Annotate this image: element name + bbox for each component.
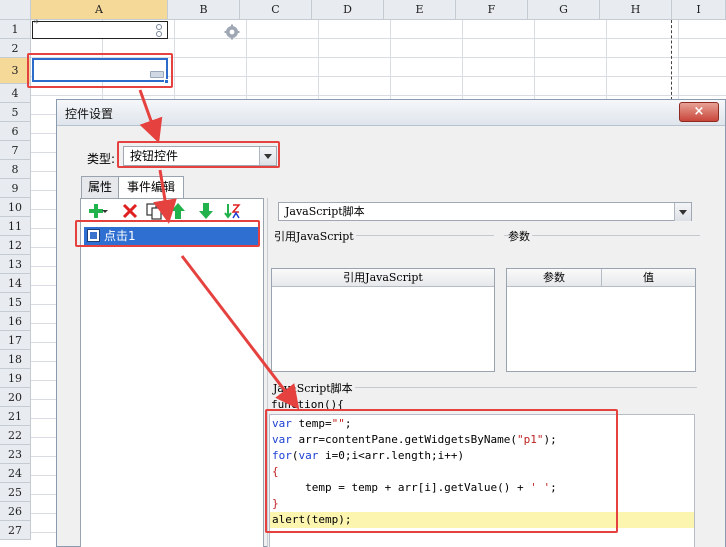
row-header-20[interactable]: 20 [0, 388, 31, 407]
tab-properties[interactable]: 属性 [81, 176, 119, 198]
code-line-2: var arr=contentPane.getWidgetsByName("p1… [272, 433, 557, 446]
chevron-down-icon[interactable] [674, 203, 691, 221]
ref-js-label: 引用JavaScript [274, 228, 356, 244]
row-header-5[interactable]: 5 [0, 103, 31, 122]
script-type-select[interactable]: JavaScript脚本 [278, 202, 692, 221]
cell-marker: * [34, 19, 39, 29]
code-line-6: } [272, 497, 279, 510]
row-header-24[interactable]: 24 [0, 464, 31, 483]
params-table[interactable]: 参数 值 [506, 268, 696, 372]
gear-icon[interactable] [224, 24, 240, 40]
row-header-16[interactable]: 16 [0, 312, 31, 331]
code-line-3: for(var i=0;i<arr.length;i++) [272, 449, 465, 462]
script-type-value: JavaScript脚本 [285, 205, 365, 218]
close-button[interactable]: × [679, 102, 719, 122]
event-item-click1[interactable]: 点击1 [84, 227, 260, 245]
row-header-6[interactable]: 6 [0, 122, 31, 141]
row-header-14[interactable]: 14 [0, 274, 31, 293]
chevron-down-icon[interactable] [259, 147, 276, 165]
column-header-i[interactable]: I [672, 0, 726, 20]
row-header-27[interactable]: 27 [0, 521, 31, 540]
column-header-a[interactable]: A [31, 0, 168, 20]
column-header-c[interactable]: C [240, 0, 312, 20]
row-header-9[interactable]: 9 [0, 179, 31, 198]
row-header-17[interactable]: 17 [0, 331, 31, 350]
code-line-1: var temp=""; [272, 417, 352, 430]
row-header-26[interactable]: 26 [0, 502, 31, 521]
row-header-4[interactable]: 4 [0, 84, 31, 103]
row-header-2[interactable]: 2 [0, 39, 31, 58]
column-header-h[interactable]: H [600, 0, 672, 20]
column-header-d[interactable]: D [312, 0, 384, 20]
event-toolbar [81, 199, 263, 223]
code-editor[interactable]: var temp=""; var arr=contentPane.getWidg… [269, 414, 695, 547]
row-header-21[interactable]: 21 [0, 407, 31, 426]
sort-icon[interactable] [223, 202, 241, 220]
widget-settings-dialog: 控件设置 × 类型: 按钮控件 属性 事件编辑 点击1 JavaScript脚本… [56, 99, 726, 547]
params-group-line [504, 235, 700, 236]
column-header-f[interactable]: F [456, 0, 528, 20]
code-line-7: alert(temp); [270, 512, 694, 528]
type-select[interactable]: 按钮控件 [123, 146, 277, 166]
row-header-19[interactable]: 19 [0, 369, 31, 388]
row-header-18[interactable]: 18 [0, 350, 31, 369]
row-header-3[interactable]: 3 [0, 58, 31, 84]
ref-js-table-header[interactable]: 引用JavaScript [272, 269, 494, 287]
type-label: 类型: [87, 152, 116, 166]
row-header-22[interactable]: 22 [0, 426, 31, 445]
row-header-7[interactable]: 7 [0, 141, 31, 160]
event-list-panel: 点击1 [80, 198, 264, 547]
page-break-line [671, 20, 672, 100]
ref-js-table[interactable]: 引用JavaScript [271, 268, 495, 372]
cell-a3-button-widget[interactable] [32, 58, 168, 82]
row-header-13[interactable]: 13 [0, 255, 31, 274]
script-section-label: JavaScript脚本 [273, 380, 355, 396]
column-header-g[interactable]: G [528, 0, 600, 20]
params-label: 参数 [508, 228, 532, 244]
row-header-12[interactable]: 12 [0, 236, 31, 255]
move-down-icon[interactable] [197, 202, 215, 220]
cell-a1-widget[interactable]: * [32, 19, 168, 39]
code-line-4: { [272, 465, 279, 478]
column-header-b[interactable]: B [168, 0, 240, 20]
row-header-1[interactable]: 1 [0, 20, 31, 39]
type-select-value: 按钮控件 [130, 149, 179, 163]
params-table-header-value[interactable]: 值 [601, 269, 695, 287]
copy-icon[interactable] [145, 202, 163, 220]
widget-icon [156, 24, 162, 37]
row-header-10[interactable]: 10 [0, 198, 31, 217]
code-line-5: temp = temp + arr[i].getValue() + ' '; [272, 481, 557, 494]
params-table-header-param[interactable]: 参数 [507, 269, 601, 287]
function-header: function(){ [271, 398, 344, 411]
event-icon [87, 229, 100, 242]
row-header-8[interactable]: 8 [0, 160, 31, 179]
delete-icon[interactable] [121, 202, 139, 220]
row-header-15[interactable]: 15 [0, 293, 31, 312]
fill-handle[interactable] [164, 79, 169, 84]
move-up-icon[interactable] [169, 202, 187, 220]
row-header-11[interactable]: 11 [0, 217, 31, 236]
sheet-corner[interactable] [0, 0, 31, 20]
row-header-23[interactable]: 23 [0, 445, 31, 464]
tab-event-edit[interactable]: 事件编辑 [118, 176, 184, 199]
chevron-down-icon[interactable] [101, 202, 109, 220]
row-header-25[interactable]: 25 [0, 483, 31, 502]
event-item-label: 点击1 [104, 229, 136, 243]
column-header-e[interactable]: E [384, 0, 456, 20]
dialog-title: 控件设置 [65, 107, 114, 121]
dialog-titlebar[interactable]: 控件设置 × [57, 100, 725, 126]
button-widget-preview [150, 71, 164, 78]
